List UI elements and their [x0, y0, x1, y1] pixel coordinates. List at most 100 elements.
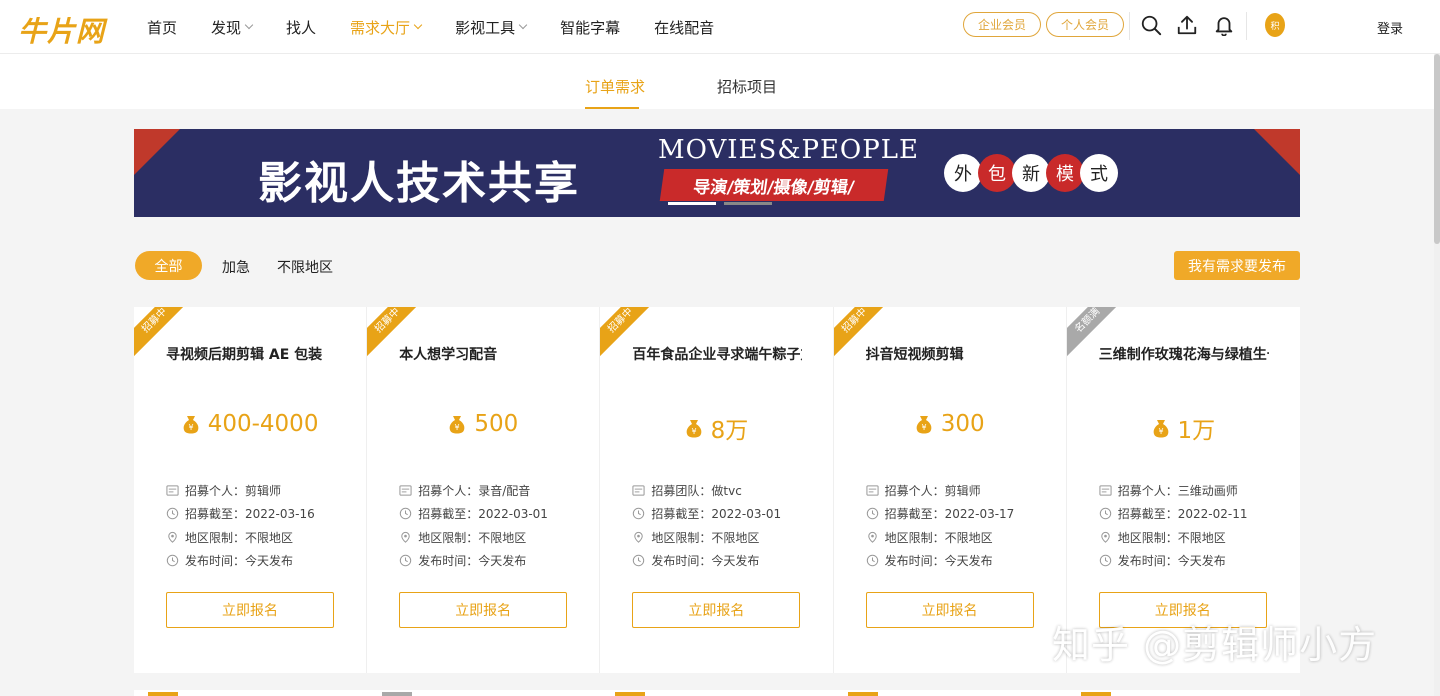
clock-icon [1099, 554, 1111, 567]
chevron-down-icon [244, 20, 254, 30]
apply-now-button[interactable]: 立即报名 [399, 592, 568, 628]
site-logo[interactable]: 牛片网 [18, 10, 105, 50]
nav-item-home[interactable]: 首页 [147, 17, 177, 38]
deadline-info: 招募截至： 2022-03-16 [166, 505, 356, 522]
region-info: 地区限制： 不限地区 [399, 529, 589, 546]
info-label: 招募团队： [651, 484, 712, 498]
banner-dot-active[interactable] [668, 202, 716, 205]
id-card-icon [1099, 485, 1112, 496]
demand-card[interactable]: 招募中 百年食品企业寻求端午粽子方 ¥8万 招募团队： 做tvc 招募截至： 2022-03… [600, 307, 834, 673]
money-bag-icon: ¥ [449, 416, 465, 434]
info-label: 地区限制： [185, 531, 246, 545]
info-label: 招募截至： [418, 507, 479, 521]
publish-demand-button[interactable]: 我有需求要发布 [1174, 251, 1300, 280]
card-title[interactable]: 抖音短视频剪辑 [866, 344, 1036, 364]
active-tab-underline [585, 107, 639, 109]
banner-corner [1254, 129, 1300, 175]
clock-icon [399, 554, 412, 567]
money-bag-icon: ¥ [183, 416, 199, 434]
nav-item-online-dubbing[interactable]: 在线配音 [654, 17, 714, 38]
card-price: ¥500 [367, 411, 599, 437]
page-scrollbar[interactable] [1434, 54, 1440, 696]
nav-label: 在线配音 [654, 18, 715, 37]
info-value: 不限地区 [944, 531, 993, 545]
banner-word: 模 [1046, 154, 1084, 192]
sub-tabs: 订单需求 招标项目 [0, 54, 1440, 109]
banner-dot[interactable] [724, 202, 772, 205]
filter-unlimited-region[interactable]: 不限地区 [277, 257, 333, 277]
banner-word: 外 [944, 154, 982, 192]
banner-pagination [668, 202, 780, 205]
svg-text:¥: ¥ [691, 427, 696, 436]
region-info: 地区限制： 不限地区 [166, 529, 356, 546]
upload-icon[interactable] [1176, 14, 1198, 36]
card-tag-peek [1081, 692, 1111, 696]
filter-all-button[interactable]: 全部 [135, 251, 202, 280]
card-tag-peek [848, 692, 878, 696]
recruit-info: 招募个人： 剪辑师 [166, 482, 356, 499]
banner-word: 包 [978, 154, 1016, 192]
apply-now-button[interactable]: 立即报名 [166, 592, 334, 628]
publish-time-info: 发布时间： 今天发布 [866, 552, 1056, 569]
card-tag-peek [382, 692, 412, 696]
promo-banner[interactable]: 影视人技术共享 MOVIES&PEOPLE 导演/策划/摄像/剪辑/ 外 包 新… [134, 129, 1300, 217]
card-price: ¥400-4000 [134, 411, 366, 437]
login-link[interactable]: 登录 [1377, 18, 1403, 37]
demand-card[interactable]: 招募中 本人想学习配音 ¥500 招募个人： 录音/配音 招募截至： 2022-03-01 地… [367, 307, 601, 673]
info-value: 不限地区 [478, 531, 527, 545]
card-title[interactable]: 百年食品企业寻求端午粽子方 [632, 344, 802, 364]
nav-item-video-tools[interactable]: 影视工具 [455, 17, 528, 38]
next-row-cards [134, 690, 1300, 696]
recruit-info: 招募个人： 剪辑师 [865, 482, 1056, 499]
tab-bidding-projects[interactable]: 招标项目 [717, 76, 777, 97]
demand-card[interactable]: 招募中 寻视频后期剪辑 AE 包装 ¥400-4000 招募个人： 剪辑师 招募截至： 20… [134, 307, 368, 673]
demand-card[interactable]: 招募中 抖音短视频剪辑 ¥300 招募个人： 剪辑师 招募截至： 2022-03-17 地区限… [833, 307, 1067, 673]
nav-item-smart-subtitles[interactable]: 智能字幕 [560, 17, 620, 38]
card-title[interactable]: 寻视频后期剪辑 AE 包装 [166, 344, 336, 364]
chevron-down-icon [413, 20, 423, 30]
clock-icon [166, 554, 179, 567]
chevron-down-icon [518, 20, 528, 30]
scrollbar-thumb[interactable] [1434, 54, 1440, 244]
tab-order-demand[interactable]: 订单需求 [585, 76, 645, 97]
filter-urgent[interactable]: 加急 [222, 257, 250, 277]
apply-now-button[interactable]: 立即报名 [632, 592, 801, 628]
card-title[interactable]: 本人想学习配音 [399, 344, 569, 364]
info-value: 剪辑师 [245, 484, 282, 498]
info-label: 招募截至： [651, 507, 712, 521]
top-navbar: 牛片网 首页 发现 找人 需求大厅 影视工具 智能字幕 在线配音 企业会员 个人… [0, 0, 1440, 54]
card-title[interactable]: 三维制作玫瑰花海与绿植生长 [1099, 344, 1269, 364]
points-avatar[interactable]: 积 [1265, 13, 1285, 37]
nav-item-discover[interactable]: 发现 [211, 17, 254, 38]
id-card-icon [865, 485, 879, 496]
clock-icon [1099, 507, 1111, 520]
nav-item-demand-hall[interactable]: 需求大厅 [350, 17, 423, 38]
info-label: 地区限制： [651, 531, 712, 545]
banner-english-title: MOVIES&PEOPLE [658, 135, 919, 165]
info-value: 今天发布 [711, 554, 760, 568]
nav-label: 智能字幕 [560, 18, 621, 37]
deadline-info: 招募截至： 2022-03-01 [399, 505, 589, 522]
nav-item-find-people[interactable]: 找人 [286, 17, 316, 38]
region-info: 地区限制： 不限地区 [1099, 529, 1289, 546]
clock-icon [633, 554, 645, 567]
apply-now-button[interactable]: 立即报名 [865, 592, 1034, 628]
region-info: 地区限制： 不限地区 [632, 529, 822, 546]
nav-label: 需求大厅 [350, 18, 411, 37]
deadline-info: 招募截至： 2022-03-01 [632, 505, 822, 522]
nav-label: 首页 [147, 18, 178, 37]
info-value: 今天发布 [245, 554, 294, 568]
svg-text:¥: ¥ [188, 423, 193, 432]
bell-icon[interactable] [1213, 14, 1235, 36]
card-price: ¥8万 [600, 411, 832, 445]
location-icon [634, 531, 644, 543]
search-icon[interactable] [1140, 14, 1162, 36]
personal-member-button[interactable]: 个人会员 [1046, 12, 1124, 37]
main-nav: 首页 发现 找人 需求大厅 影视工具 智能字幕 在线配音 [147, 0, 748, 54]
location-icon [401, 531, 410, 543]
info-label: 地区限制： [1117, 531, 1178, 545]
divider [1246, 12, 1247, 40]
info-value: 剪辑师 [944, 484, 981, 498]
enterprise-member-button[interactable]: 企业会员 [963, 12, 1041, 37]
publish-time-info: 发布时间： 今天发布 [166, 552, 356, 569]
